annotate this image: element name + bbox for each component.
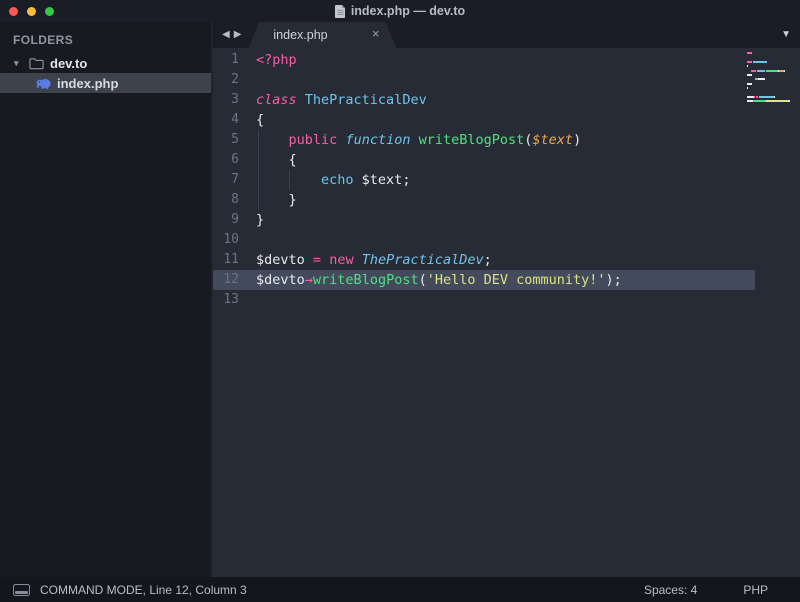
code-line[interactable]: 7 echo $text; <box>213 170 755 190</box>
code-line-text: public function writeBlogPost($text) <box>256 130 581 150</box>
code-line-text: } <box>256 190 297 210</box>
code-line-text: echo $text; <box>256 170 410 190</box>
code-line[interactable]: 8 } <box>213 190 755 210</box>
code-line-text: class ThePracticalDev <box>256 90 427 110</box>
code-line-text: } <box>256 210 264 230</box>
php-elephant-icon <box>36 77 51 90</box>
sidebar-item-folder-devto[interactable]: ▾ dev.to <box>0 53 211 73</box>
line-number[interactable]: 12 <box>213 270 239 290</box>
line-number[interactable]: 9 <box>213 210 239 230</box>
sidebar-item-file-indexphp[interactable]: index.php <box>0 73 211 93</box>
line-number[interactable]: 11 <box>213 250 239 270</box>
document-icon <box>335 5 346 18</box>
line-number[interactable]: 4 <box>213 110 239 130</box>
tab-indexphp[interactable]: index.php × <box>248 22 396 48</box>
window-title-group: index.php — dev.to <box>0 0 800 22</box>
code-line-text: { <box>256 150 297 170</box>
line-number[interactable]: 2 <box>213 70 239 90</box>
forward-arrow-icon[interactable]: ▶ <box>234 30 242 40</box>
tab-label: index.php <box>248 28 327 42</box>
code-line[interactable]: 4{ <box>213 110 755 130</box>
line-number[interactable]: 6 <box>213 150 239 170</box>
line-number[interactable]: 10 <box>213 230 239 250</box>
close-window-button[interactable] <box>9 7 18 16</box>
zoom-window-button[interactable] <box>45 7 54 16</box>
code-line[interactable]: 1 <?php <box>213 50 755 70</box>
code-line[interactable]: 6 { <box>213 150 755 170</box>
tab-nav-arrows: ◀ ▶ <box>213 22 248 48</box>
minimize-window-button[interactable] <box>27 7 36 16</box>
window-title: index.php — dev.to <box>351 4 465 18</box>
code-line[interactable]: 3 class ThePracticalDev <box>213 90 755 110</box>
code-line[interactable]: 12 $devto→writeBlogPost('Hello DEV commun… <box>213 270 755 290</box>
status-mode-position: COMMAND MODE, Line 12, Column 3 <box>40 583 247 597</box>
sidebar: FOLDERS ▾ dev.to <box>0 22 213 577</box>
tab-bar: ◀ ▶ index.php × ▼ <box>213 22 800 48</box>
code-line-text: <?php <box>256 50 297 70</box>
app-window: index.php — dev.to FOLDERS ▾ dev.to <box>0 0 800 602</box>
folder-label: dev.to <box>50 56 87 71</box>
line-number[interactable]: 5 <box>213 130 239 150</box>
titlebar[interactable]: index.php — dev.to <box>0 0 800 22</box>
code-line[interactable]: 5 public function writeBlogPost($text) <box>213 130 755 150</box>
code-line[interactable]: 9} <box>213 210 755 230</box>
minimap-line <box>747 105 797 109</box>
status-bar: COMMAND MODE, Line 12, Column 3 Spaces: … <box>0 577 800 602</box>
code-line-text: $devto→writeBlogPost('Hello DEV communit… <box>256 270 622 290</box>
back-arrow-icon[interactable]: ◀ <box>222 30 230 40</box>
indentation-status[interactable]: Spaces: 4 <box>644 583 697 597</box>
line-number[interactable]: 8 <box>213 190 239 210</box>
line-number[interactable]: 3 <box>213 90 239 110</box>
code-line[interactable]: 2 <box>213 70 755 90</box>
tab-close-icon[interactable]: × <box>372 27 380 40</box>
code-line[interactable]: 10 <box>213 230 755 250</box>
folder-icon <box>29 57 44 70</box>
disclosure-triangle-icon[interactable]: ▾ <box>14 58 23 69</box>
code-lines: 1<?php23class ThePracticalDev4{5 public … <box>213 50 800 310</box>
line-number[interactable]: 7 <box>213 170 239 190</box>
code-editor[interactable]: 1<?php23class ThePracticalDev4{5 public … <box>213 48 800 577</box>
folders-header: FOLDERS <box>0 28 211 53</box>
syntax-status[interactable]: PHP <box>743 583 768 597</box>
tab-overflow-icon[interactable]: ▼ <box>781 30 791 40</box>
traffic-lights <box>0 7 54 16</box>
line-number[interactable]: 13 <box>213 290 239 310</box>
code-line-text: { <box>256 110 264 130</box>
code-line[interactable]: 11 $devto = new ThePracticalDev; <box>213 250 755 270</box>
code-line-text: $devto = new ThePracticalDev; <box>256 250 492 270</box>
editor-column: ◀ ▶ index.php × ▼ 1 <?php 23 class ThePract… <box>213 22 800 577</box>
line-number[interactable]: 1 <box>213 50 239 70</box>
file-label: index.php <box>57 76 118 91</box>
indent-guide <box>258 130 259 210</box>
panel-toggle-icon[interactable] <box>13 584 30 596</box>
code-line[interactable]: 13 <box>213 290 755 310</box>
minimap[interactable] <box>747 52 797 109</box>
indent-guide <box>289 170 290 190</box>
